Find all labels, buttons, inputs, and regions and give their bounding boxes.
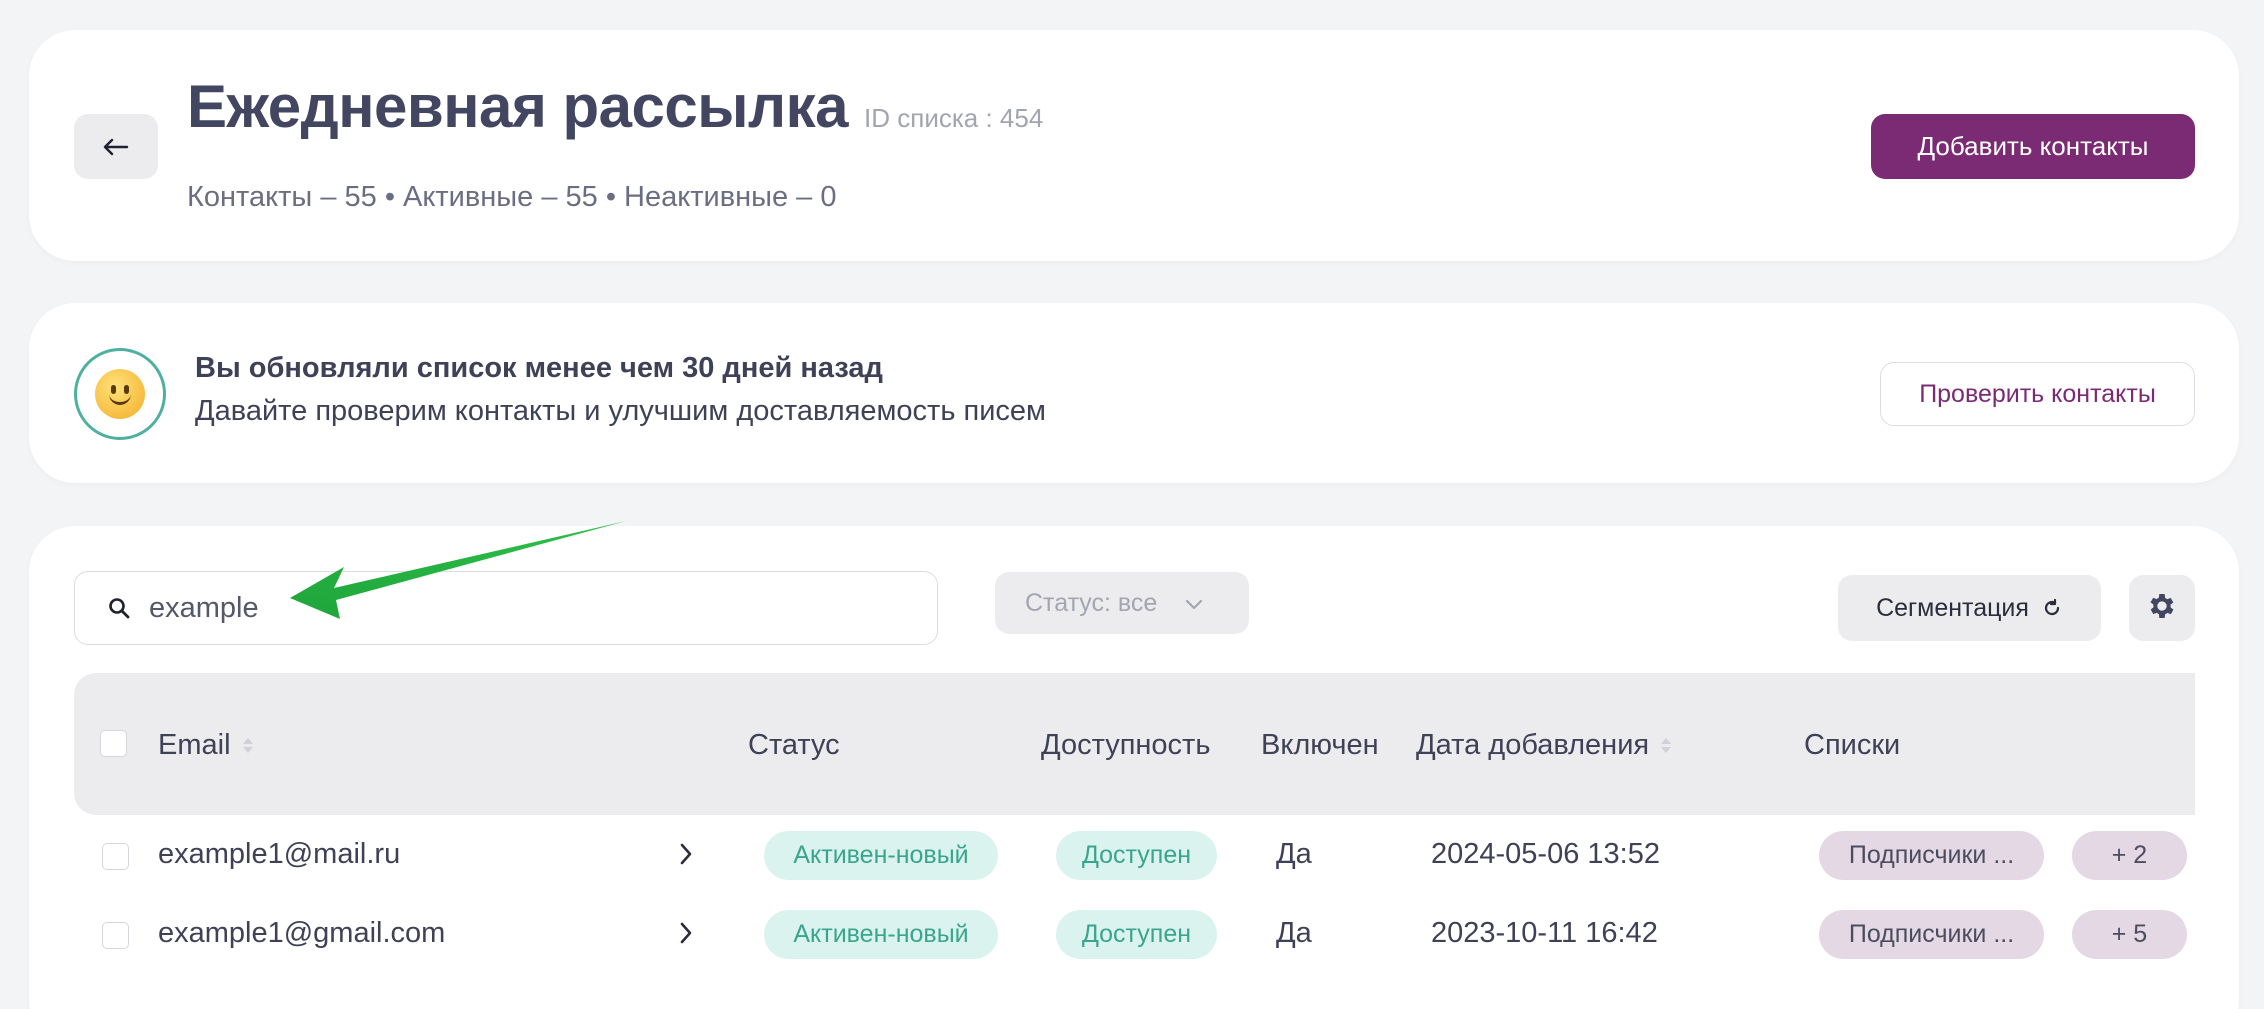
row-email[interactable]: example1@gmail.com [158,917,445,950]
contact-stats: Контакты – 55 • Активные – 55 • Неактивн… [187,181,837,213]
more-lists-badge[interactable]: + 2 [2072,831,2187,880]
table-row[interactable]: example1@mail.ru Активен-новый Доступен … [29,816,2239,895]
column-header-availability: Доступность [1041,729,1210,762]
row-email[interactable]: example1@mail.ru [158,838,400,871]
title-row: Ежедневная рассылка ID списка : 454 [187,72,1043,141]
search-box[interactable] [74,571,938,645]
column-header-status-label: Статус [748,729,840,761]
smiley-icon [74,348,166,440]
row-checkbox[interactable] [102,843,129,870]
sort-icon [1661,738,1672,753]
check-contacts-button[interactable]: Проверить контакты [1880,362,2195,426]
page-title: Ежедневная рассылка [187,73,849,140]
list-badge[interactable]: Подписчики ... [1819,831,2044,880]
segmentation-label: Сегментация [1876,593,2029,622]
list-header-card: Ежедневная рассылка ID списка : 454 Конт… [29,30,2239,261]
row-checkbox[interactable] [102,922,129,949]
status-badge: Активен-новый [764,831,998,880]
column-header-lists-label: Списки [1804,729,1901,761]
status-filter-label: Статус: все [1025,588,1158,617]
availability-badge: Доступен [1056,831,1217,880]
column-header-status: Статус [748,729,840,762]
column-header-enabled: Включен [1261,729,1379,762]
chevron-right-icon[interactable] [679,842,693,866]
column-header-email[interactable]: Email [158,729,253,762]
select-all-checkbox[interactable] [100,730,127,757]
search-input[interactable] [149,591,849,625]
arrow-left-icon [103,130,129,164]
column-header-date-added-label: Дата добавления [1416,729,1650,761]
chevron-right-icon[interactable] [679,921,693,945]
availability-badge: Доступен [1056,910,1217,959]
verification-notice-card: Вы обновляли список менее чем 30 дней на… [29,303,2239,483]
status-badge: Активен-новый [764,910,998,959]
table-settings-button[interactable] [2129,575,2195,641]
column-header-enabled-label: Включен [1261,729,1379,761]
contacts-table-card: Статус: все Сегментация Email Статус Дос… [29,526,2239,1009]
row-date-added: 2024-05-06 13:52 [1431,838,1660,870]
notice-text: Давайте проверим контакты и улучшим дост… [195,395,1046,427]
search-icon [105,594,133,622]
refresh-icon [2041,597,2063,619]
column-header-email-label: Email [158,729,231,761]
chevron-down-icon [1185,589,1203,618]
gear-icon [2146,590,2178,627]
row-date-added: 2023-10-11 16:42 [1431,917,1658,949]
column-header-date-added[interactable]: Дата добавления [1416,729,1672,762]
notice-title: Вы обновляли список менее чем 30 дней на… [195,352,883,384]
back-button[interactable] [74,114,158,179]
status-filter-dropdown[interactable]: Статус: все [995,572,1249,634]
column-header-availability-label: Доступность [1041,729,1211,761]
row-enabled: Да [1276,838,1312,870]
list-badge[interactable]: Подписчики ... [1819,910,2044,959]
more-lists-badge[interactable]: + 5 [2072,910,2187,959]
column-header-lists: Списки [1804,729,1900,762]
add-contacts-button[interactable]: Добавить контакты [1871,114,2195,179]
table-header: Email Статус Доступность Включен Дата до… [74,673,2195,815]
list-id: ID списка : 454 [864,103,1044,133]
table-row[interactable]: example1@gmail.com Активен-новый Доступе… [29,895,2239,974]
sort-icon [242,738,253,753]
segmentation-button[interactable]: Сегментация [1838,575,2101,641]
row-enabled: Да [1276,917,1312,949]
